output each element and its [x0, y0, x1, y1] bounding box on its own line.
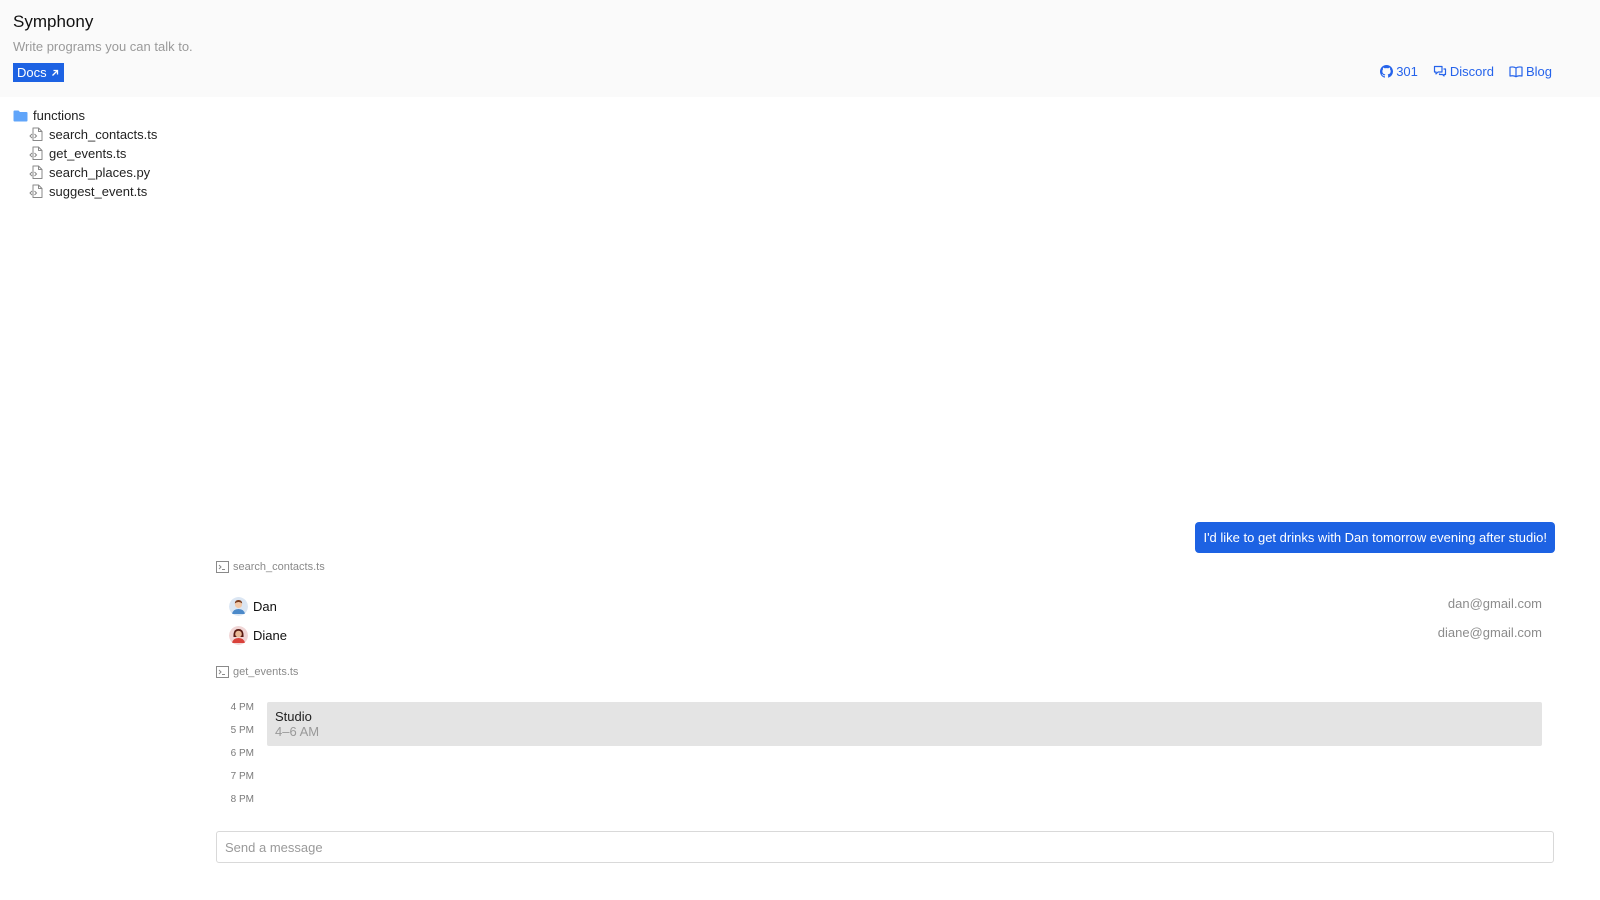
- github-link[interactable]: 301: [1380, 64, 1418, 79]
- code-file-icon: [29, 127, 44, 142]
- file-label: search_places.py: [49, 165, 151, 180]
- app-title: Symphony: [13, 12, 94, 31]
- code-file-icon: [29, 146, 44, 161]
- discord-link[interactable]: Discord: [1433, 64, 1494, 79]
- blog-label: Blog: [1525, 64, 1552, 79]
- chat-bubbles-icon: [1433, 65, 1447, 78]
- event-title: Studio: [275, 709, 312, 724]
- contact-info: Diane: [229, 625, 287, 645]
- tree-file[interactable]: get_events.ts: [13, 144, 157, 163]
- file-label: search_contacts.ts: [49, 127, 158, 142]
- code-file-icon: [29, 184, 44, 199]
- terminal-icon: [216, 561, 229, 573]
- tree-folder-functions[interactable]: functions: [13, 106, 157, 125]
- terminal-icon: [216, 666, 229, 678]
- avatar: [229, 625, 248, 645]
- hour-label: 4 PM: [230, 702, 254, 713]
- file-label: suggest_event.ts: [49, 184, 148, 199]
- tool-call-label: get_events.ts: [216, 666, 298, 678]
- message-input[interactable]: [216, 831, 1554, 863]
- github-star-count: 301: [1396, 64, 1418, 79]
- file-label: get_events.ts: [49, 146, 127, 161]
- docs-label: Docs: [17, 65, 47, 80]
- blog-link[interactable]: Blog: [1509, 64, 1552, 79]
- contact-row-diane[interactable]: Diane diane@gmail.com: [229, 624, 1542, 646]
- file-tree: functions search_contacts.ts get_events.…: [13, 106, 157, 201]
- tree-file[interactable]: suggest_event.ts: [13, 182, 157, 201]
- event-time: 4–6 AM: [275, 724, 320, 739]
- tool-call-name: get_events.ts: [233, 666, 299, 678]
- discord-label: Discord: [1449, 64, 1494, 79]
- tree-file[interactable]: search_contacts.ts: [13, 125, 157, 144]
- github-icon: [1380, 65, 1394, 78]
- app-subtitle: Write programs you can talk to.: [13, 39, 193, 54]
- contact-email: dan@gmail.com: [1447, 595, 1542, 611]
- avatar: [229, 596, 248, 616]
- hour-label: 8 PM: [230, 794, 254, 805]
- tool-call-name: search_contacts.ts: [233, 561, 325, 573]
- calendar-event[interactable]: Studio 4–6 AM: [267, 702, 1542, 746]
- contact-name: Dan: [253, 598, 277, 614]
- docs-button[interactable]: Docs: [13, 63, 64, 82]
- code-file-icon: [29, 165, 44, 180]
- folder-label: functions: [33, 108, 86, 123]
- tree-file[interactable]: search_places.py: [13, 163, 157, 182]
- user-message: I'd like to get drinks with Dan tomorrow…: [1195, 522, 1555, 553]
- tool-call-label: search_contacts.ts: [216, 561, 325, 573]
- contact-name: Diane: [253, 627, 287, 643]
- contact-email: diane@gmail.com: [1437, 624, 1542, 640]
- contact-info: Dan: [229, 596, 277, 616]
- folder-icon: [13, 110, 28, 122]
- hour-label: 6 PM: [230, 748, 254, 759]
- external-link-icon: [50, 68, 60, 78]
- hour-label: 5 PM: [230, 725, 254, 736]
- header-links: 301 Discord Blog: [1380, 64, 1552, 79]
- app-header: Symphony Write programs you can talk to.…: [0, 0, 1600, 97]
- book-icon: [1509, 65, 1523, 78]
- contact-row-dan[interactable]: Dan dan@gmail.com: [229, 595, 1542, 617]
- hour-label: 7 PM: [230, 771, 254, 782]
